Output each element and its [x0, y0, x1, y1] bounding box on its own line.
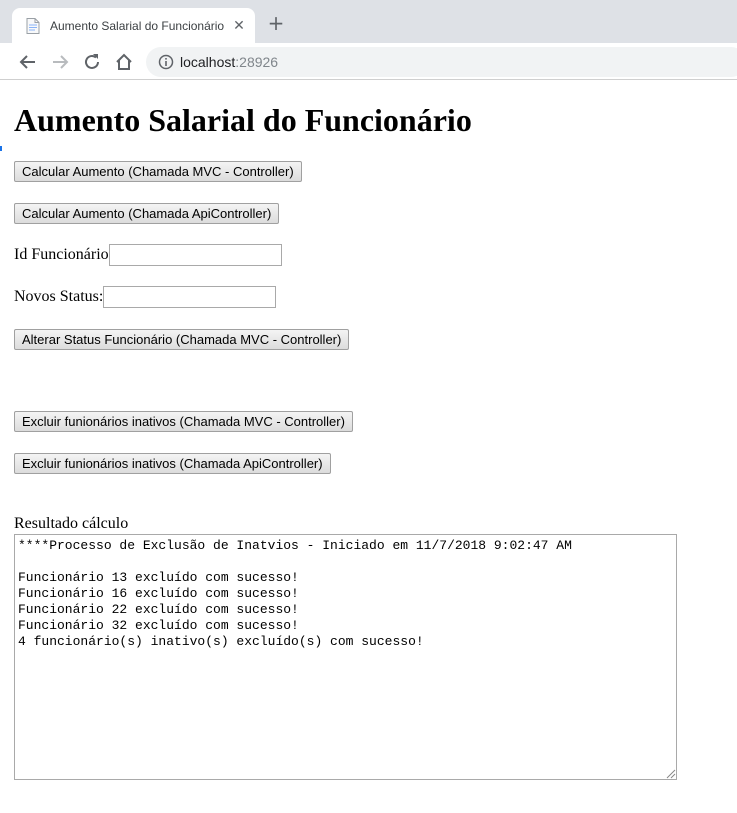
calcular-aumento-api-button[interactable]: Calcular Aumento (Chamada ApiController) [14, 203, 280, 224]
new-tab-button[interactable]: + [265, 12, 287, 34]
url-host: localhost [180, 54, 236, 70]
id-funcionario-label: Id Funcionário: [14, 246, 114, 263]
url-text: localhost:28926 [180, 54, 278, 70]
alterar-status-mvc-button[interactable]: Alterar Status Funcionário (Chamada MVC … [14, 329, 350, 350]
novos-status-input[interactable] [103, 286, 276, 308]
excluir-inativos-mvc-button[interactable]: Excluir funionários inativos (Chamada MV… [14, 411, 353, 432]
edge-marker [0, 146, 2, 151]
close-tab-icon[interactable]: ✕ [231, 18, 247, 34]
home-icon[interactable] [113, 51, 135, 73]
forward-arrow-icon[interactable] [49, 51, 71, 73]
resultado-label: Resultado cálculo [14, 515, 129, 532]
reload-icon[interactable] [81, 51, 103, 73]
page-icon [26, 18, 40, 34]
resultado-textarea[interactable]: ****Processo de Exclusão de Inatvios - I… [14, 534, 677, 780]
page-title: Aumento Salarial do Funcionário [14, 102, 472, 138]
resize-grip-icon[interactable] [665, 768, 676, 779]
url-port: :28926 [235, 54, 279, 70]
excluir-inativos-api-button[interactable]: Excluir funionários inativos (Chamada Ap… [14, 453, 331, 474]
novos-status-label: Novos Status: [14, 288, 104, 305]
browser-toolbar: localhost:28926 [0, 43, 737, 80]
tab-title: Aumento Salarial do Funcionário [50, 19, 225, 33]
address-bar[interactable]: localhost:28926 [146, 47, 737, 77]
calcular-aumento-mvc-button[interactable]: Calcular Aumento (Chamada MVC - Controll… [14, 161, 302, 182]
tab-strip: Aumento Salarial do Funcionário ✕ + [0, 0, 737, 43]
id-funcionario-input[interactable] [109, 244, 282, 266]
browser-tab[interactable]: Aumento Salarial do Funcionário ✕ [12, 8, 255, 43]
info-icon[interactable] [158, 54, 174, 70]
back-arrow-icon[interactable] [17, 51, 39, 73]
